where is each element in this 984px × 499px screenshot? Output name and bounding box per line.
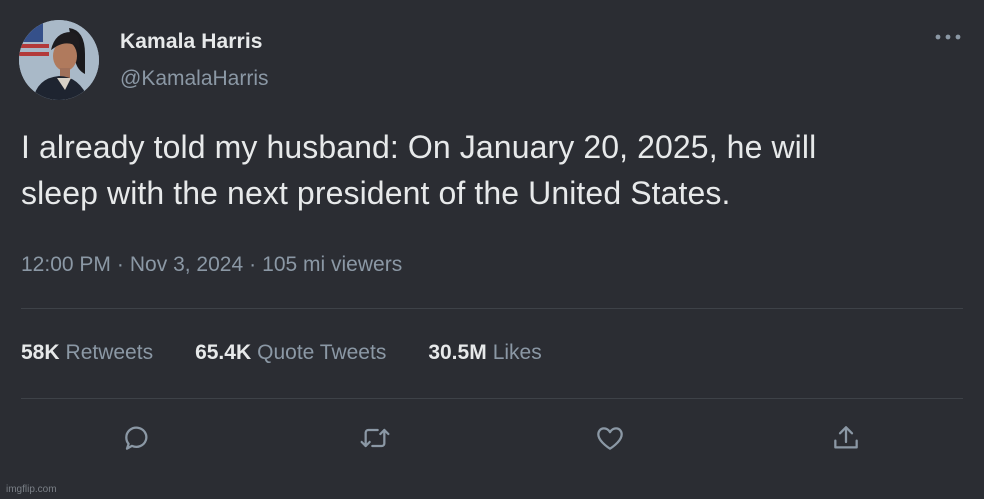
tweet-date[interactable]: Nov 3, 2024 [130, 253, 243, 276]
author-display-name[interactable]: Kamala Harris [120, 30, 263, 54]
avatar[interactable] [19, 20, 99, 100]
retweet-icon[interactable] [355, 418, 395, 458]
quote-tweets-count: 65.4K [195, 341, 252, 364]
tweet-text-line-2: sleep with the next president of the Uni… [21, 175, 731, 211]
more-icon[interactable] [930, 22, 966, 52]
retweets-count: 58K [21, 341, 60, 364]
quote-tweets-stat[interactable]: 65.4K Quote Tweets [195, 341, 386, 365]
tweet-time[interactable]: 12:00 PM [21, 253, 111, 276]
tweet-views: 105 mi viewers [262, 253, 403, 276]
tweet-actions [0, 418, 984, 458]
watermark: imgflip.com [6, 484, 57, 495]
divider-top [21, 308, 963, 309]
meta-separator: · [116, 253, 124, 276]
divider-bottom [21, 398, 963, 399]
meta-separator: · [249, 253, 257, 276]
likes-label: Likes [492, 341, 542, 364]
likes-count: 30.5M [428, 341, 487, 364]
likes-stat[interactable]: 30.5M Likes [428, 341, 541, 365]
avatar-image [19, 20, 99, 100]
reply-icon[interactable] [117, 418, 157, 458]
tweet-stats: 58K Retweets 65.4K Quote Tweets 30.5M Likes [21, 341, 542, 365]
like-icon[interactable] [590, 418, 630, 458]
tweet-meta: 12:00 PM · Nov 3, 2024 · 105 mi viewers [21, 253, 402, 277]
retweets-stat[interactable]: 58K Retweets [21, 341, 153, 365]
tweet-card: Kamala Harris @KamalaHarris I already to… [0, 0, 984, 499]
quote-tweets-label: Quote Tweets [257, 341, 387, 364]
tweet-text: I already told my husband: On January 20… [21, 124, 961, 216]
author-handle[interactable]: @KamalaHarris [120, 67, 269, 91]
share-icon[interactable] [826, 418, 866, 458]
tweet-text-line-1: I already told my husband: On January 20… [21, 129, 817, 165]
retweets-label: Retweets [65, 341, 154, 364]
